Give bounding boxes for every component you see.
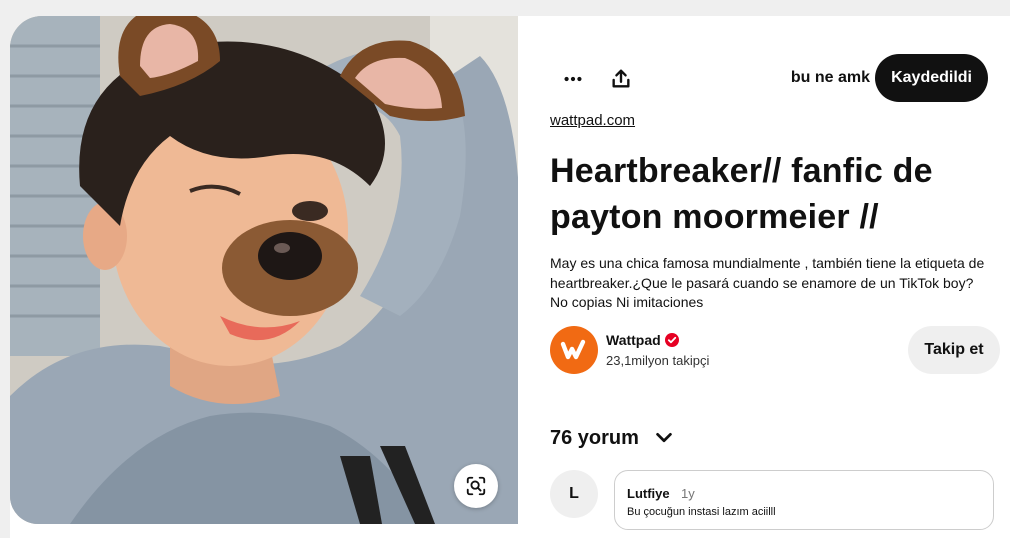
creator-followers: 23,1milyon takipçi (606, 353, 710, 368)
wattpad-logo-icon (560, 339, 586, 360)
pin-toolbar: bu ne amk Kaydedildi (550, 54, 1000, 104)
pin-card: bu ne amk Kaydedildi wattpad.com Heartbr… (10, 16, 1010, 538)
comment-time: 1y (681, 486, 695, 501)
pin-description: May es una chica famosa mundialmente , t… (550, 255, 985, 310)
creator-row: Wattpad 23,1milyon takipçi Takip et (550, 326, 1000, 376)
creator-avatar[interactable] (550, 326, 598, 374)
visual-search-icon (466, 476, 486, 496)
comment-item: L Lutfiye 1y Bu çocuğun instasi lazım ac… (550, 470, 1000, 534)
share-icon (612, 69, 630, 88)
pin-title: Heartbreaker// fanfic de payton moormeie… (550, 152, 933, 236)
source-link[interactable]: wattpad.com (550, 112, 635, 129)
follow-button[interactable]: Takip et (908, 326, 1000, 374)
more-icon (564, 76, 582, 82)
comment-author[interactable]: Lutfiye (627, 486, 670, 501)
creator-name[interactable]: Wattpad (606, 332, 661, 348)
save-button[interactable]: Kaydedildi (875, 54, 988, 102)
pin-photo (10, 16, 518, 524)
comments-toggle[interactable]: 76 yorum (550, 422, 675, 454)
comment-text: Bu çocuğun instasi lazım aciilll (627, 506, 776, 518)
comment-bubble: Lutfiye 1y Bu çocuğun instasi lazım acii… (614, 470, 994, 530)
more-options-button[interactable] (550, 56, 596, 102)
board-selector[interactable]: bu ne amk (791, 69, 870, 87)
pin-details: bu ne amk Kaydedildi wattpad.com Heartbr… (550, 16, 1000, 538)
chevron-down-icon (656, 432, 672, 443)
verified-badge-icon (665, 333, 679, 347)
share-button[interactable] (598, 56, 644, 102)
comments-count: 76 yorum (550, 426, 639, 449)
visual-search-button[interactable] (454, 464, 498, 508)
pin-image[interactable] (10, 16, 518, 524)
commenter-avatar[interactable]: L (550, 470, 598, 518)
